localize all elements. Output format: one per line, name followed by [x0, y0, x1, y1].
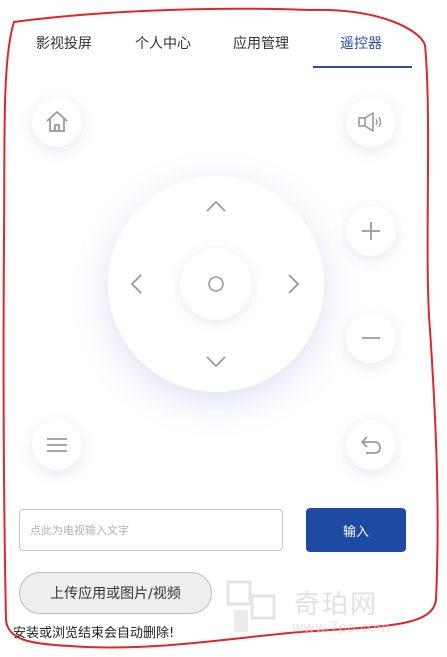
auto-delete-notice: 安装或浏览结束会自动删除!: [13, 626, 175, 641]
home-icon: [46, 111, 68, 132]
upload-button[interactable]: 上传应用或图片/视频: [19, 572, 212, 614]
right-button[interactable]: [280, 270, 308, 298]
speaker-icon: [358, 112, 382, 132]
direction-pad: [108, 176, 324, 392]
left-button[interactable]: [122, 270, 150, 298]
watermark-url: www.7po.com: [292, 620, 390, 636]
chevron-right-icon: [288, 274, 300, 294]
tab-personal-center[interactable]: 个人中心: [135, 32, 191, 56]
ok-circle-icon: [208, 276, 224, 292]
active-tab-indicator: [313, 66, 412, 68]
back-arrow-icon: [361, 436, 381, 454]
chevron-left-icon: [130, 274, 142, 294]
volume-down-button[interactable]: [346, 313, 396, 363]
watermark: 奇珀网 www.7po.com: [222, 578, 422, 638]
volume-up-button[interactable]: [346, 206, 396, 256]
minus-icon: [362, 337, 380, 339]
back-button[interactable]: [346, 420, 396, 470]
speaker-button[interactable]: [346, 97, 396, 147]
tab-remote-control[interactable]: 遥控器: [340, 32, 382, 56]
hamburger-menu-icon: [47, 438, 67, 452]
down-button[interactable]: [202, 348, 230, 376]
submit-input-button[interactable]: 输入: [306, 508, 406, 552]
menu-button[interactable]: [32, 420, 82, 470]
home-button[interactable]: [32, 97, 82, 147]
tab-app-management[interactable]: 应用管理: [233, 32, 289, 56]
tab-bar: 影视投屏 个人中心 应用管理 遥控器: [0, 0, 447, 70]
chevron-up-icon: [206, 200, 226, 212]
watermark-name: 奇珀网: [294, 590, 379, 620]
ok-button[interactable]: [180, 248, 252, 320]
watermark-logo: [226, 580, 276, 632]
tab-screen-cast[interactable]: 影视投屏: [36, 32, 92, 56]
plus-icon: [362, 222, 380, 240]
chevron-down-icon: [206, 356, 226, 368]
up-button[interactable]: [202, 192, 230, 220]
tv-text-input[interactable]: [19, 509, 283, 551]
